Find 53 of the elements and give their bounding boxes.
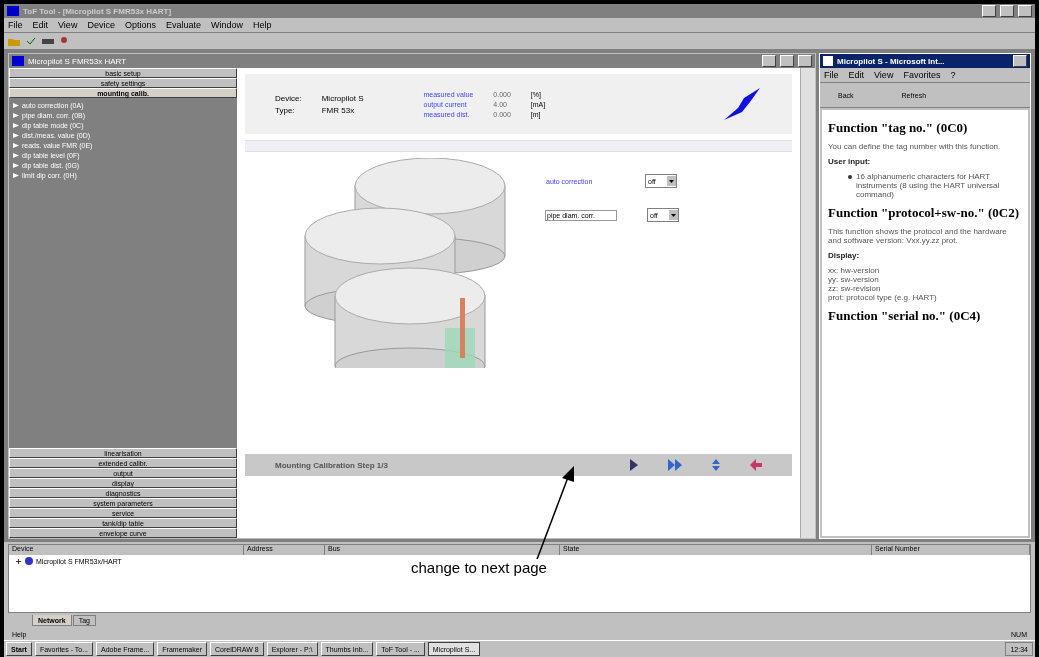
app-icon	[12, 56, 24, 66]
help-heading: Function "tag no." (0C0)	[828, 120, 969, 136]
step-title: Mounting Calibration Step 1/3	[275, 460, 388, 470]
device-label: Device:	[275, 93, 302, 103]
device-type: FMR 53x	[321, 105, 356, 115]
window-title: Micropilot S - Microsoft Int...	[837, 56, 945, 66]
help-heading: Function "serial no." (0C4)	[828, 308, 982, 324]
expand-icon[interactable]	[15, 557, 22, 565]
menu-item[interactable]: Edit	[848, 70, 865, 80]
help-bullet: 16 alphanumeric characters for HART instruments (8 using the HART universal command)	[828, 172, 1022, 199]
caret-icon	[669, 210, 678, 220]
bullet-icon	[848, 175, 852, 179]
help-subheading: Display:	[828, 251, 861, 260]
menu-item[interactable]: Edit	[32, 20, 49, 30]
help-text: You can define the tag number with this function.	[828, 142, 1002, 151]
up-down-button[interactable]	[712, 459, 720, 471]
help-subheading: User input:	[828, 157, 872, 166]
device-name: Micropilot S	[321, 93, 364, 103]
menu-item[interactable]: Evaluate	[165, 20, 201, 30]
menu-item[interactable]: File	[824, 70, 839, 80]
help-heading: Function "protocol+sw-no." (0C2)	[828, 205, 1020, 221]
scrollbar[interactable]	[800, 68, 815, 538]
menu-item[interactable]: View	[874, 70, 894, 80]
close-button[interactable]	[1018, 5, 1032, 17]
type-label: Type:	[275, 105, 296, 115]
menu-item[interactable]: Favorites	[903, 70, 941, 80]
window-title: Micropilot S FMR53x HART	[28, 56, 127, 66]
menu-item[interactable]: View	[58, 20, 78, 30]
minimize-button[interactable]	[762, 55, 776, 67]
maximize-button[interactable]	[780, 55, 794, 67]
menu-item[interactable]: Window	[210, 20, 243, 30]
menu-item[interactable]: Device	[87, 20, 115, 30]
app-icon	[7, 6, 19, 16]
minimize-button[interactable]	[982, 5, 996, 17]
help-text: This function shows the protocol and the hardware and software version: Vxx.yy.zz prot.	[828, 227, 1008, 245]
minimize-button[interactable]	[1013, 55, 1027, 67]
close-button[interactable]	[798, 55, 812, 67]
back-button[interactable]	[750, 459, 762, 471]
printer-icon[interactable]	[42, 36, 54, 46]
next-button[interactable]	[630, 459, 638, 471]
last-button[interactable]	[668, 459, 682, 471]
maximize-button[interactable]	[1000, 5, 1014, 17]
menu-item[interactable]: Help	[253, 20, 272, 30]
caret-icon	[667, 176, 676, 186]
page-icon	[823, 56, 833, 66]
menu-item[interactable]: ?	[950, 70, 956, 80]
menu-item[interactable]: File	[8, 20, 23, 30]
annotation-text: change to next page	[409, 559, 549, 576]
help-text: xx: hw-version yy: sw-version zz: sw-revision prot: protocol type (e.g. HART)	[828, 266, 938, 302]
check-icon[interactable]	[26, 36, 36, 46]
device-icon	[25, 557, 33, 565]
window-title: ToF Tool - [Micropilot S FMR53x HART]	[23, 6, 172, 16]
menu-item[interactable]: Options	[124, 20, 156, 30]
